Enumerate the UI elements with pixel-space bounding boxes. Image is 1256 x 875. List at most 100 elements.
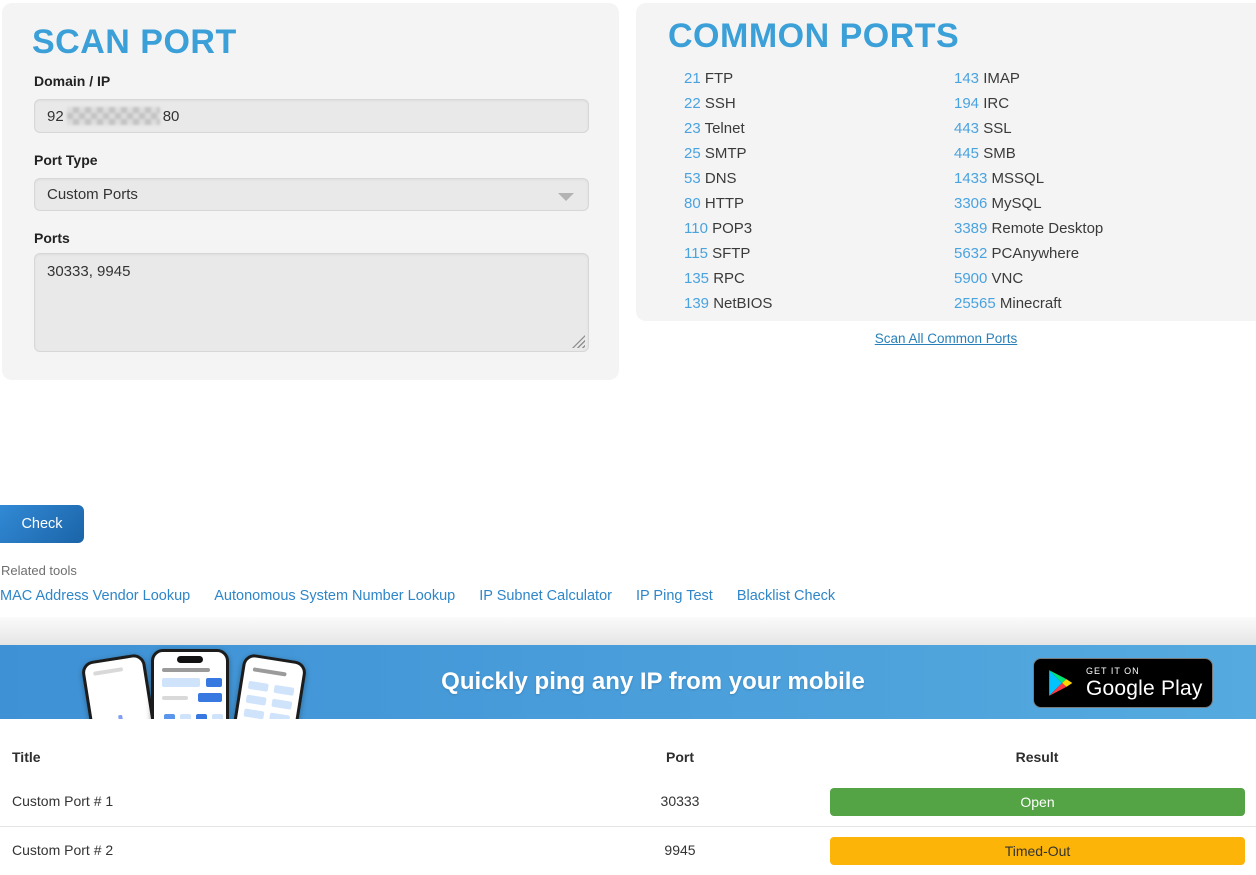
phone-left-image (80, 653, 161, 719)
scan-port-title: SCAN PORT (32, 23, 237, 62)
related-tool-link[interactable]: Autonomous System Number Lookup (214, 588, 455, 604)
port-service-name: SMB (979, 145, 1016, 162)
port-service-name: Telnet (701, 120, 745, 137)
ports-label: Ports (34, 230, 70, 246)
port-number-link[interactable]: 110 (684, 220, 708, 237)
port-service-name: SSL (979, 120, 1012, 137)
phone-notch (177, 656, 203, 663)
port-service-name: DNS (701, 170, 737, 187)
common-port-item: 3306 MySQL (954, 191, 1103, 216)
common-ports-title: COMMON PORTS (668, 17, 959, 56)
check-button[interactable]: Check (0, 505, 84, 543)
redacted-segment (67, 107, 160, 125)
common-port-item: 25 SMTP (684, 141, 772, 166)
table-row: Custom Port # 1 30333 Open (0, 778, 1256, 826)
port-number-link[interactable]: 443 (954, 120, 979, 137)
related-tool-link[interactable]: IP Ping Test (636, 588, 713, 604)
port-number-link[interactable]: 5632 (954, 245, 987, 262)
common-ports-panel: COMMON PORTS 21 FTP22 SSH23 Telnet25 SMT… (636, 3, 1256, 321)
domain-ip-label: Domain / IP (34, 73, 110, 89)
port-number-link[interactable]: 115 (684, 245, 708, 262)
port-number-link[interactable]: 3389 (954, 220, 987, 237)
common-ports-column-right: 143 IMAP194 IRC443 SSL445 SMB1433 MSSQL3… (954, 66, 1103, 316)
common-port-item: 53 DNS (684, 166, 772, 191)
port-number-link[interactable]: 25 (684, 145, 701, 162)
common-port-item: 22 SSH (684, 91, 772, 116)
port-number-link[interactable]: 139 (684, 295, 709, 312)
port-number-link[interactable]: 22 (684, 95, 701, 112)
port-service-name: POP3 (708, 220, 752, 237)
port-service-name: SMTP (701, 145, 747, 162)
common-port-item: 3389 Remote Desktop (954, 216, 1103, 241)
port-service-name: IRC (979, 95, 1009, 112)
scan-all-common-ports-link[interactable]: Scan All Common Ports (636, 331, 1256, 346)
chevron-down-icon (558, 193, 574, 201)
port-number-link[interactable]: 80 (684, 195, 701, 212)
row-port: 30333 (661, 793, 700, 809)
results-table: Title Port Result Custom Port # 1 30333 Op… (0, 738, 1256, 874)
section-divider-band (0, 617, 1256, 645)
common-port-item: 135 RPC (684, 266, 772, 291)
common-port-item: 445 SMB (954, 141, 1103, 166)
port-type-label: Port Type (34, 152, 98, 168)
related-tools-links: MAC Address Vendor Lookup Autonomous Syst… (0, 588, 835, 604)
port-service-name: MySQL (987, 195, 1041, 212)
port-number-link[interactable]: 5900 (954, 270, 987, 287)
related-tool-link[interactable]: MAC Address Vendor Lookup (0, 588, 190, 604)
domain-ip-value-suffix: 80 (163, 108, 180, 125)
banner-headline: Quickly ping any IP from your mobile (441, 668, 865, 696)
related-tool-link[interactable]: Blacklist Check (737, 588, 835, 604)
port-service-name: SSH (701, 95, 736, 112)
domain-ip-value-prefix: 92 (47, 108, 64, 125)
related-tool-link[interactable]: IP Subnet Calculator (479, 588, 612, 604)
common-port-item: 5632 PCAnywhere (954, 241, 1103, 266)
row-title: Custom Port # 1 (12, 793, 113, 809)
port-service-name: SFTP (708, 245, 751, 262)
common-port-item: 23 Telnet (684, 116, 772, 141)
domain-ip-input[interactable]: 92 80 (34, 99, 589, 133)
common-port-item: 1433 MSSQL (954, 166, 1103, 191)
common-port-item: 110 POP3 (684, 216, 772, 241)
phones-mockup-image (85, 645, 325, 719)
status-badge: Timed-Out (830, 837, 1245, 865)
port-number-link[interactable]: 25565 (954, 295, 996, 312)
port-number-link[interactable]: 3306 (954, 195, 987, 212)
port-service-name: PCAnywhere (987, 245, 1079, 262)
port-service-name: VNC (987, 270, 1023, 287)
google-play-badge[interactable]: GET IT ON Google Play (1033, 658, 1213, 708)
port-service-name: MSSQL (987, 170, 1044, 187)
row-title: Custom Port # 2 (12, 842, 113, 858)
port-service-name: Remote Desktop (987, 220, 1103, 237)
common-port-item: 25565 Minecraft (954, 291, 1103, 316)
common-port-item: 80 HTTP (684, 191, 772, 216)
page: SCAN PORT Domain / IP 92 80 Port Type Cus… (0, 0, 1256, 875)
port-number-link[interactable]: 143 (954, 70, 979, 87)
results-table-header: Title Port Result (0, 738, 1256, 778)
header-port: Port (666, 749, 694, 765)
header-result: Result (1016, 749, 1059, 765)
port-number-link[interactable]: 23 (684, 120, 701, 137)
phone-right-image (226, 653, 307, 719)
port-service-name: IMAP (979, 70, 1020, 87)
scan-port-panel: SCAN PORT Domain / IP 92 80 Port Type Cus… (2, 3, 619, 380)
google-play-badge-top-text: GET IT ON (1086, 666, 1203, 676)
port-service-name: FTP (701, 70, 734, 87)
common-port-item: 21 FTP (684, 66, 772, 91)
common-port-item: 443 SSL (954, 116, 1103, 141)
status-badge: Open (830, 788, 1245, 816)
resize-handle-icon[interactable] (572, 335, 585, 348)
port-number-link[interactable]: 194 (954, 95, 979, 112)
port-service-name: NetBIOS (709, 295, 772, 312)
ports-textarea[interactable]: 30333, 9945 (34, 253, 589, 352)
table-row: Custom Port # 29945Timed-Out (0, 826, 1256, 874)
port-number-link[interactable]: 21 (684, 70, 701, 87)
port-number-link[interactable]: 1433 (954, 170, 987, 187)
port-number-link[interactable]: 445 (954, 145, 979, 162)
common-ports-column-left: 21 FTP22 SSH23 Telnet25 SMTP53 DNS80 HTT… (684, 66, 772, 316)
google-play-badge-bottom-text: Google Play (1086, 677, 1203, 701)
port-number-link[interactable]: 53 (684, 170, 701, 187)
port-number-link[interactable]: 135 (684, 270, 709, 287)
port-service-name: RPC (709, 270, 745, 287)
google-play-icon (1048, 669, 1074, 697)
port-type-select[interactable]: Custom Ports (34, 178, 589, 211)
